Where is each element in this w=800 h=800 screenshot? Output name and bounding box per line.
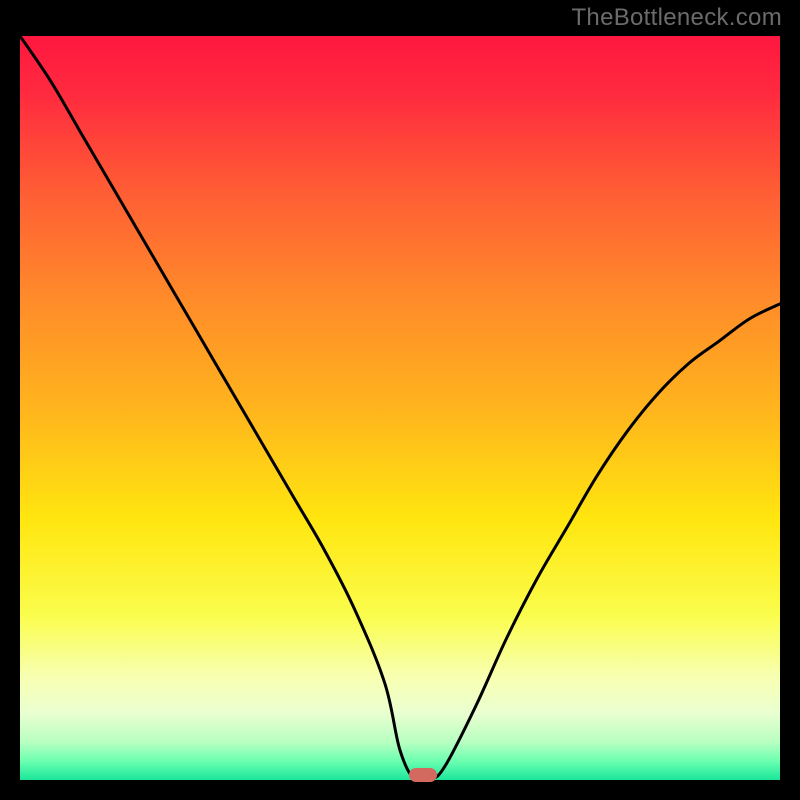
plot-area xyxy=(20,36,780,780)
bottleneck-curve-plot xyxy=(20,36,780,780)
chart-container: TheBottleneck.com xyxy=(0,0,800,800)
optimal-point-marker xyxy=(409,768,437,782)
watermark-text: TheBottleneck.com xyxy=(571,4,782,32)
gradient-background xyxy=(20,36,780,780)
